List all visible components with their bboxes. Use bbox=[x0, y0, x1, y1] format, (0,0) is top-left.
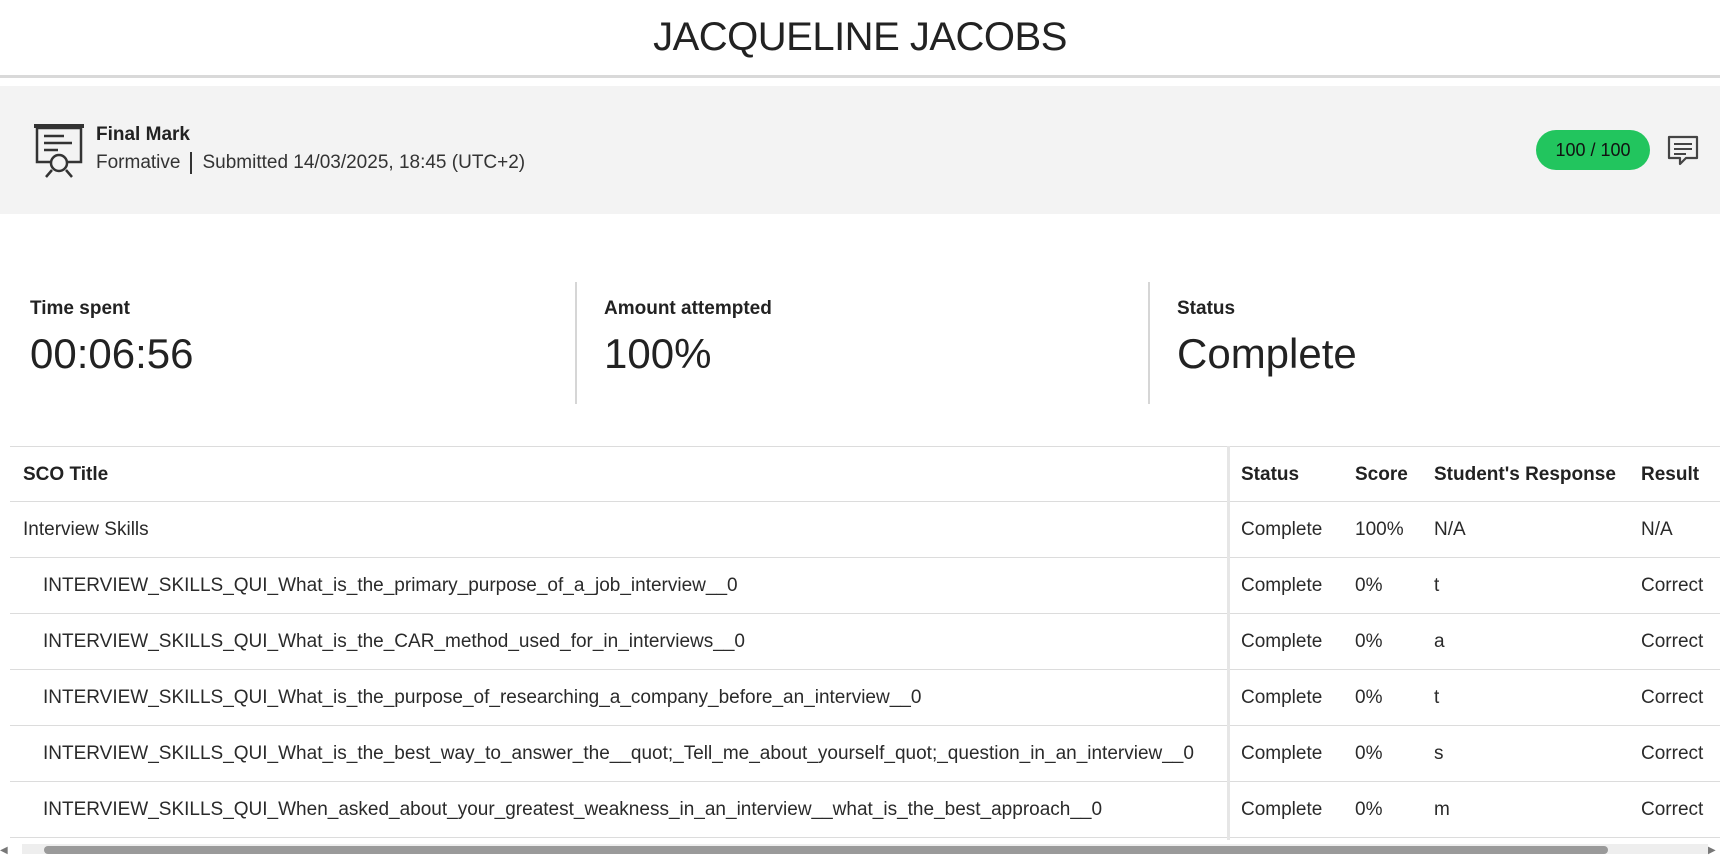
stat-label: Amount attempted bbox=[604, 298, 772, 319]
column-header-title[interactable]: SCO Title bbox=[23, 447, 108, 503]
stat-value: 100% bbox=[604, 330, 712, 377]
scrollbar-thumb[interactable] bbox=[44, 846, 1608, 854]
sco-score: 0% bbox=[1355, 687, 1383, 708]
table-row[interactable]: INTERVIEW_SKILLS_QUI_What_is_the_purpose… bbox=[10, 670, 1720, 726]
sco-score: 0% bbox=[1355, 631, 1383, 652]
sco-response: s bbox=[1434, 743, 1444, 764]
sco-response: t bbox=[1434, 687, 1440, 708]
table-row[interactable]: INTERVIEW_SKILLS_QUI_When_asked_about_yo… bbox=[10, 782, 1720, 838]
sco-response: a bbox=[1434, 631, 1445, 652]
final-mark-title: Final Mark bbox=[96, 124, 190, 145]
column-header-result[interactable]: Result bbox=[1641, 447, 1699, 503]
sco-result: Correct bbox=[1641, 631, 1704, 652]
sco-title: Interview Skills bbox=[23, 519, 149, 540]
sco-score: 100% bbox=[1355, 519, 1404, 540]
sco-status: Complete bbox=[1241, 687, 1323, 708]
sco-table: SCO Title Status Score Student's Respons… bbox=[10, 446, 1720, 840]
sco-result: Correct bbox=[1641, 575, 1704, 596]
sco-title: INTERVIEW_SKILLS_QUI_What_is_the_best_wa… bbox=[43, 743, 1194, 764]
sco-title: INTERVIEW_SKILLS_QUI_What_is_the_purpose… bbox=[43, 687, 922, 708]
sco-result: Correct bbox=[1641, 743, 1704, 764]
sco-title: INTERVIEW_SKILLS_QUI_What_is_the_primary… bbox=[43, 575, 738, 596]
divider bbox=[1148, 282, 1150, 404]
table-row[interactable]: INTERVIEW_SKILLS_QUI_What_is_the_CAR_met… bbox=[10, 614, 1720, 670]
final-mark-panel: Final Mark Formative Submitted 14/03/202… bbox=[0, 86, 1720, 214]
scroll-right-arrow-icon[interactable]: ▶ bbox=[1708, 845, 1716, 856]
table-header-row: SCO Title Status Score Student's Respons… bbox=[10, 446, 1720, 502]
sco-status: Complete bbox=[1241, 743, 1323, 764]
sco-response: N/A bbox=[1434, 519, 1466, 540]
sco-title: INTERVIEW_SKILLS_QUI_What_is_the_CAR_met… bbox=[43, 631, 745, 652]
sco-result: Correct bbox=[1641, 687, 1704, 708]
sco-status: Complete bbox=[1241, 575, 1323, 596]
sco-response: t bbox=[1434, 575, 1440, 596]
assessment-type: Formative bbox=[96, 152, 181, 173]
sco-score: 0% bbox=[1355, 575, 1383, 596]
divider bbox=[575, 282, 577, 404]
submitted-date: Submitted 14/03/2025, 18:45 (UTC+2) bbox=[202, 152, 526, 173]
student-name: JACQUELINE JACOBS bbox=[653, 15, 1067, 59]
stat-value: 00:06:56 bbox=[30, 330, 194, 377]
page-header: JACQUELINE JACOBS bbox=[0, 0, 1720, 78]
score-badge: 100 / 100 bbox=[1536, 130, 1650, 170]
certificate-icon bbox=[34, 124, 84, 178]
stat-value: Complete bbox=[1177, 330, 1357, 377]
horizontal-scrollbar[interactable] bbox=[22, 844, 1708, 854]
final-mark-subtitle: Formative Submitted 14/03/2025, 18:45 (U… bbox=[96, 152, 525, 174]
column-divider bbox=[1227, 446, 1230, 840]
summary-stats: Time spent 00:06:56 Amount attempted 100… bbox=[0, 282, 1720, 404]
stat-label: Status bbox=[1177, 298, 1236, 319]
sco-status: Complete bbox=[1241, 519, 1323, 540]
sco-score: 0% bbox=[1355, 743, 1383, 764]
stat-time-spent: Time spent 00:06:56 bbox=[30, 282, 194, 404]
comment-icon[interactable] bbox=[1666, 134, 1700, 168]
sco-title: INTERVIEW_SKILLS_QUI_When_asked_about_yo… bbox=[43, 799, 1103, 820]
sco-status: Complete bbox=[1241, 631, 1323, 652]
sco-score: 0% bbox=[1355, 799, 1383, 820]
sco-result: N/A bbox=[1641, 519, 1673, 540]
column-header-score[interactable]: Score bbox=[1355, 447, 1408, 503]
table-row[interactable]: INTERVIEW_SKILLS_QUI_What_is_the_primary… bbox=[10, 558, 1720, 614]
sco-response: m bbox=[1434, 799, 1450, 820]
stat-status: Status Complete bbox=[1177, 282, 1357, 404]
scroll-left-arrow-icon[interactable]: ◀ bbox=[0, 845, 8, 856]
stat-label: Time spent bbox=[30, 298, 130, 319]
sco-status: Complete bbox=[1241, 799, 1323, 820]
separator bbox=[190, 152, 193, 174]
column-header-status[interactable]: Status bbox=[1241, 447, 1299, 503]
stat-amount-attempted: Amount attempted 100% bbox=[604, 282, 772, 404]
table-row[interactable]: Interview Skills Complete 100% N/A N/A bbox=[10, 502, 1720, 558]
table-row[interactable]: INTERVIEW_SKILLS_QUI_What_is_the_best_wa… bbox=[10, 726, 1720, 782]
sco-result: Correct bbox=[1641, 799, 1704, 820]
column-header-response[interactable]: Student's Response bbox=[1434, 447, 1616, 503]
